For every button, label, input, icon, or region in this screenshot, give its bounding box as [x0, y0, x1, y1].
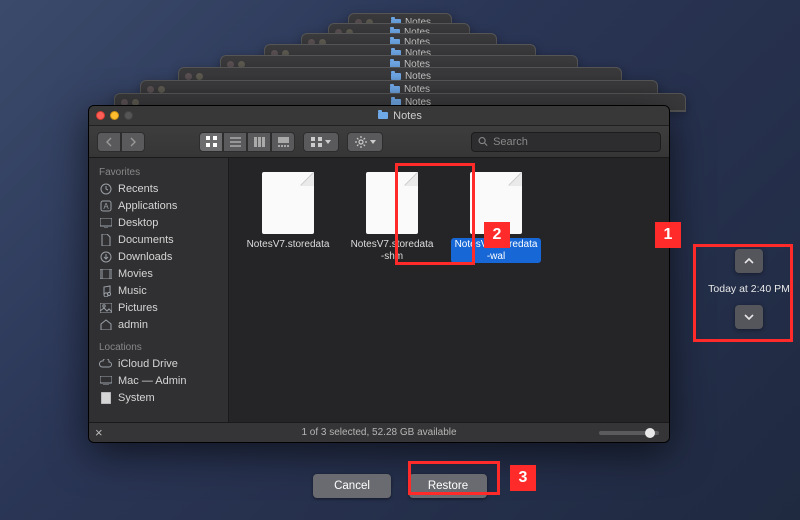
- file-item[interactable]: NotesV7.storedata-shm: [347, 172, 437, 263]
- sidebar-item-downloads[interactable]: Downloads: [89, 248, 228, 265]
- sidebar-item-label: Applications: [118, 200, 177, 212]
- timeline-up-button[interactable]: [735, 249, 763, 273]
- view-column-button[interactable]: [247, 132, 271, 152]
- sidebar-item-movies[interactable]: Movies: [89, 265, 228, 282]
- timeline-nav: Today at 2:40 PM: [704, 249, 794, 329]
- doc-icon: [99, 233, 112, 246]
- finder-window: Notes Favorites Recents A Applications De…: [88, 105, 670, 443]
- sidebar-item-label: Music: [118, 285, 147, 297]
- document-icon: [366, 172, 418, 234]
- sidebar-item-pictures[interactable]: Pictures: [89, 299, 228, 316]
- gear-icon: [355, 136, 367, 148]
- disk-icon: [99, 391, 112, 404]
- timeline-label: Today at 2:40 PM: [708, 283, 790, 295]
- sidebar-item-documents[interactable]: Documents: [89, 231, 228, 248]
- desktop-icon: [99, 216, 112, 229]
- sidebar-item-label: Mac — Admin: [118, 375, 186, 387]
- sidebar-item-label: Desktop: [118, 217, 158, 229]
- clock-icon: [99, 182, 112, 195]
- status-bar: × 1 of 3 selected, 52.28 GB available: [89, 422, 669, 442]
- restore-button[interactable]: Restore: [409, 474, 487, 498]
- sidebar-item-recents[interactable]: Recents: [89, 180, 228, 197]
- picture-icon: [99, 301, 112, 314]
- window-title: Notes: [138, 110, 662, 122]
- document-icon: [262, 172, 314, 234]
- view-gallery-button[interactable]: [271, 132, 295, 152]
- status-text: 1 of 3 selected, 52.28 GB available: [301, 427, 456, 438]
- home-icon: [99, 318, 112, 331]
- nav-back-button[interactable]: [97, 132, 121, 152]
- disk-icon: [99, 374, 112, 387]
- sidebar-item-label: Downloads: [118, 251, 172, 263]
- chevron-up-icon: [744, 257, 754, 265]
- sidebar-header-locations: Locations: [89, 339, 228, 355]
- sidebar-item-label: Movies: [118, 268, 153, 280]
- close-icon[interactable]: ×: [95, 426, 103, 439]
- traffic-minimize[interactable]: [110, 111, 119, 120]
- icon-size-slider[interactable]: [599, 431, 659, 435]
- sidebar-header-favorites: Favorites: [89, 164, 228, 180]
- sidebar-item-applications[interactable]: A Applications: [89, 197, 228, 214]
- search-field[interactable]: [471, 132, 661, 152]
- sidebar-item-label: Pictures: [118, 302, 158, 314]
- sidebar-item-desktop[interactable]: Desktop: [89, 214, 228, 231]
- view-list-button[interactable]: [223, 132, 247, 152]
- cloud-icon: [99, 357, 112, 370]
- cancel-button[interactable]: Cancel: [313, 474, 391, 498]
- sidebar-item-icloud[interactable]: iCloud Drive: [89, 355, 228, 372]
- svg-text:A: A: [103, 202, 109, 211]
- sidebar-item-music[interactable]: Music: [89, 282, 228, 299]
- file-item[interactable]: NotesV7.storedata: [243, 172, 333, 252]
- file-label: NotesV7.storedata-shm: [347, 238, 437, 263]
- sidebar-item-label: Recents: [118, 183, 158, 195]
- app-icon: A: [99, 199, 112, 212]
- sidebar-item-label: iCloud Drive: [118, 358, 178, 370]
- file-grid: NotesV7.storedata NotesV7.storedata-shm …: [229, 158, 669, 422]
- titlebar: Notes: [89, 106, 669, 126]
- search-input[interactable]: [493, 136, 654, 148]
- sidebar-item-label: System: [118, 392, 155, 404]
- timeline-down-button[interactable]: [735, 305, 763, 329]
- sidebar-item-mac[interactable]: Mac — Admin: [89, 372, 228, 389]
- nav-forward-button[interactable]: [121, 132, 145, 152]
- chevron-down-icon: [744, 313, 754, 321]
- sidebar-item-label: Documents: [118, 234, 174, 246]
- group-by-button[interactable]: [303, 132, 339, 152]
- sidebar-item-label: admin: [118, 319, 148, 331]
- action-bar: Cancel Restore: [0, 474, 800, 498]
- sidebar: Favorites Recents AApplications Desktop …: [89, 158, 229, 422]
- sidebar-item-system[interactable]: System: [89, 389, 228, 406]
- document-icon: [470, 172, 522, 234]
- view-icon-button[interactable]: [199, 132, 223, 152]
- file-label: NotesV7.storedata: [245, 238, 332, 252]
- sidebar-item-home[interactable]: admin: [89, 316, 228, 333]
- toolbar: [89, 126, 669, 158]
- search-icon: [478, 136, 488, 147]
- action-menu-button[interactable]: [347, 132, 383, 152]
- music-icon: [99, 284, 112, 297]
- file-label: NotesV7.storedata-wal: [451, 238, 541, 263]
- download-icon: [99, 250, 112, 263]
- file-item-selected[interactable]: NotesV7.storedata-wal: [451, 172, 541, 263]
- traffic-zoom: [124, 111, 133, 120]
- traffic-close[interactable]: [96, 111, 105, 120]
- movie-icon: [99, 267, 112, 280]
